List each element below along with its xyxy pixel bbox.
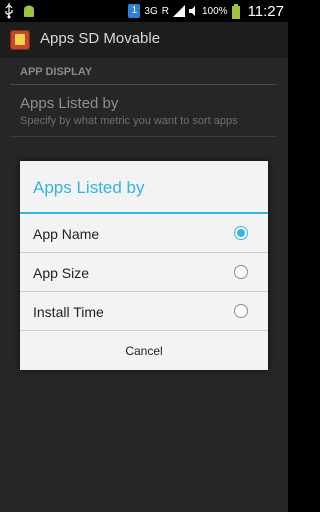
clock: 11:27 [247, 2, 284, 20]
battery-percent: 100% [201, 5, 228, 17]
sort-dialog: Apps Listed by App Name App Size Install… [20, 161, 268, 370]
app-title: Apps SD Movable [40, 30, 161, 47]
action-bar: Apps SD Movable [0, 22, 288, 58]
option-app-name[interactable]: App Name [20, 214, 268, 253]
roaming-indicator: R [161, 5, 169, 17]
preference-title[interactable]: Apps Listed by [20, 95, 118, 112]
radio-button-checked[interactable] [234, 226, 248, 240]
app-icon[interactable] [10, 30, 30, 50]
network-type: 3G [144, 5, 158, 17]
radio-button[interactable] [234, 265, 248, 279]
signal-icon [172, 5, 185, 17]
cancel-button[interactable]: Cancel [20, 332, 268, 370]
usb-icon [5, 3, 13, 19]
battery-icon [231, 3, 240, 19]
option-label: Install Time [33, 304, 104, 320]
dialog-title: Apps Listed by [33, 178, 145, 197]
option-label: App Name [33, 226, 100, 242]
mute-icon [188, 6, 195, 16]
option-install-time[interactable]: Install Time [20, 292, 268, 331]
preference-category: APP DISPLAY [20, 66, 93, 78]
preference-divider [10, 136, 276, 137]
option-label: App Size [33, 265, 90, 281]
option-app-size[interactable]: App Size [20, 253, 268, 292]
preference-summary: Specify by what metric you want to sort … [20, 115, 238, 127]
option-divider [20, 330, 268, 331]
status-bar: 1 3G R 100% 11:27 [0, 0, 288, 22]
android-icon [24, 5, 34, 17]
notification-badge: 1 [128, 4, 141, 18]
category-divider [10, 84, 276, 85]
radio-button[interactable] [234, 304, 248, 318]
